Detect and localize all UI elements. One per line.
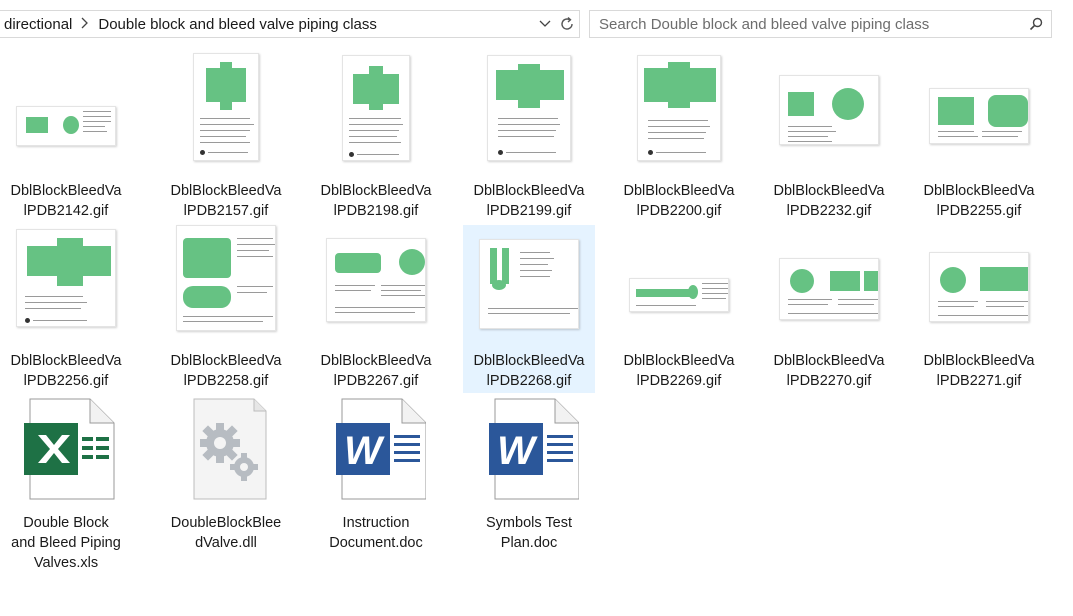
search-box[interactable] [589, 10, 1052, 38]
file-name: DblBlockBleedVa lPDB2267.gif [320, 353, 432, 389]
gear-file-icon [176, 398, 276, 501]
file-item[interactable]: DblBlockBleedVa lPDB2271.gif [913, 225, 1045, 393]
file-item[interactable]: DblBlockBleedVa lPDB2267.gif [310, 225, 442, 393]
refresh-icon[interactable] [555, 11, 579, 37]
address-bar: directional Double block and bleed valve… [0, 0, 1073, 48]
file-item[interactable]: Double Block and Bleed Piping Valves.xls [0, 395, 132, 571]
word-file-icon: W [326, 398, 426, 501]
file-name: Symbols Test Plan.doc [486, 515, 572, 551]
file-item[interactable]: DblBlockBleedVa lPDB2269.gif [613, 225, 745, 393]
file-thumbnail [479, 55, 579, 161]
file-item[interactable]: W Instruction Document.doc [310, 395, 442, 563]
file-name: DblBlockBleedVa lPDB2269.gif [623, 353, 735, 389]
svg-text:W: W [344, 429, 385, 473]
file-name: DblBlockBleedVa lPDB2198.gif [320, 183, 432, 219]
file-thumbnail [176, 53, 276, 161]
file-thumbnail [779, 55, 879, 155]
file-item[interactable]: DblBlockBleedVa lPDB2258.gif [160, 225, 292, 393]
breadcrumb-item-directional[interactable]: directional [0, 16, 74, 33]
file-thumbnail [929, 55, 1029, 155]
word-file-icon: W [479, 398, 579, 501]
file-item[interactable]: DblBlockBleedVa lPDB2256.gif [0, 225, 132, 393]
file-name: DblBlockBleedVa lPDB2271.gif [923, 353, 1035, 389]
file-thumbnail [176, 225, 276, 331]
file-item[interactable]: DblBlockBleedVa lPDB2270.gif [763, 225, 895, 393]
file-name: DblBlockBleedVa lPDB2200.gif [623, 183, 735, 219]
file-item[interactable]: DblBlockBleedVa lPDB2157.gif [160, 53, 292, 223]
file-item[interactable]: W Symbols Test Plan.doc [463, 395, 595, 563]
file-item-selected[interactable]: DblBlockBleedVa lPDB2268.gif [463, 225, 595, 393]
file-item[interactable]: DblBlockBleedVa lPDB2200.gif [613, 55, 745, 223]
file-thumbnail [326, 225, 426, 325]
file-thumbnail [16, 55, 116, 155]
file-name: DblBlockBleedVa lPDB2142.gif [10, 183, 122, 219]
file-name: DblBlockBleedVa lPDB2232.gif [773, 183, 885, 219]
breadcrumb[interactable]: directional Double block and bleed valve… [0, 10, 580, 38]
chevron-down-icon[interactable] [535, 11, 555, 37]
file-name: DblBlockBleedVa lPDB2268.gif [473, 353, 585, 389]
breadcrumb-item-current-folder[interactable]: Double block and bleed valve piping clas… [94, 16, 379, 33]
search-icon[interactable] [1021, 11, 1051, 37]
file-name: DblBlockBleedVa lPDB2157.gif [170, 183, 282, 219]
file-name: DblBlockBleedVa lPDB2199.gif [473, 183, 585, 219]
file-item[interactable]: DblBlockBleedVa lPDB2198.gif [310, 55, 442, 223]
file-name: Instruction Document.doc [329, 515, 423, 551]
file-item[interactable]: DblBlockBleedVa lPDB2255.gif [913, 55, 1045, 223]
file-thumbnail [929, 225, 1029, 325]
file-name: DblBlockBleedVa lPDB2258.gif [170, 353, 282, 389]
file-thumbnail [16, 225, 116, 327]
file-name: DblBlockBleedVa lPDB2255.gif [923, 183, 1035, 219]
file-item[interactable]: DblBlockBleedVa lPDB2232.gif [763, 55, 895, 223]
file-name: Double Block and Bleed Piping Valves.xls [11, 515, 121, 571]
file-thumbnail [326, 55, 426, 161]
file-name: DoubleBlockBlee dValve.dll [170, 515, 282, 551]
search-input[interactable] [590, 15, 1021, 33]
excel-file-icon [16, 398, 116, 501]
file-name: DblBlockBleedVa lPDB2270.gif [773, 353, 885, 389]
chevron-right-icon[interactable] [74, 16, 94, 32]
file-thumbnail [479, 225, 579, 329]
file-thumbnail [629, 55, 729, 161]
svg-text:W: W [497, 429, 538, 473]
file-item[interactable]: DoubleBlockBlee dValve.dll [160, 395, 292, 563]
file-name: DblBlockBleedVa lPDB2256.gif [10, 353, 122, 389]
file-thumbnail [629, 225, 729, 325]
file-item[interactable]: DblBlockBleedVa lPDB2142.gif [0, 55, 132, 223]
file-item[interactable]: DblBlockBleedVa lPDB2199.gif [463, 55, 595, 223]
file-thumbnail [779, 225, 879, 325]
